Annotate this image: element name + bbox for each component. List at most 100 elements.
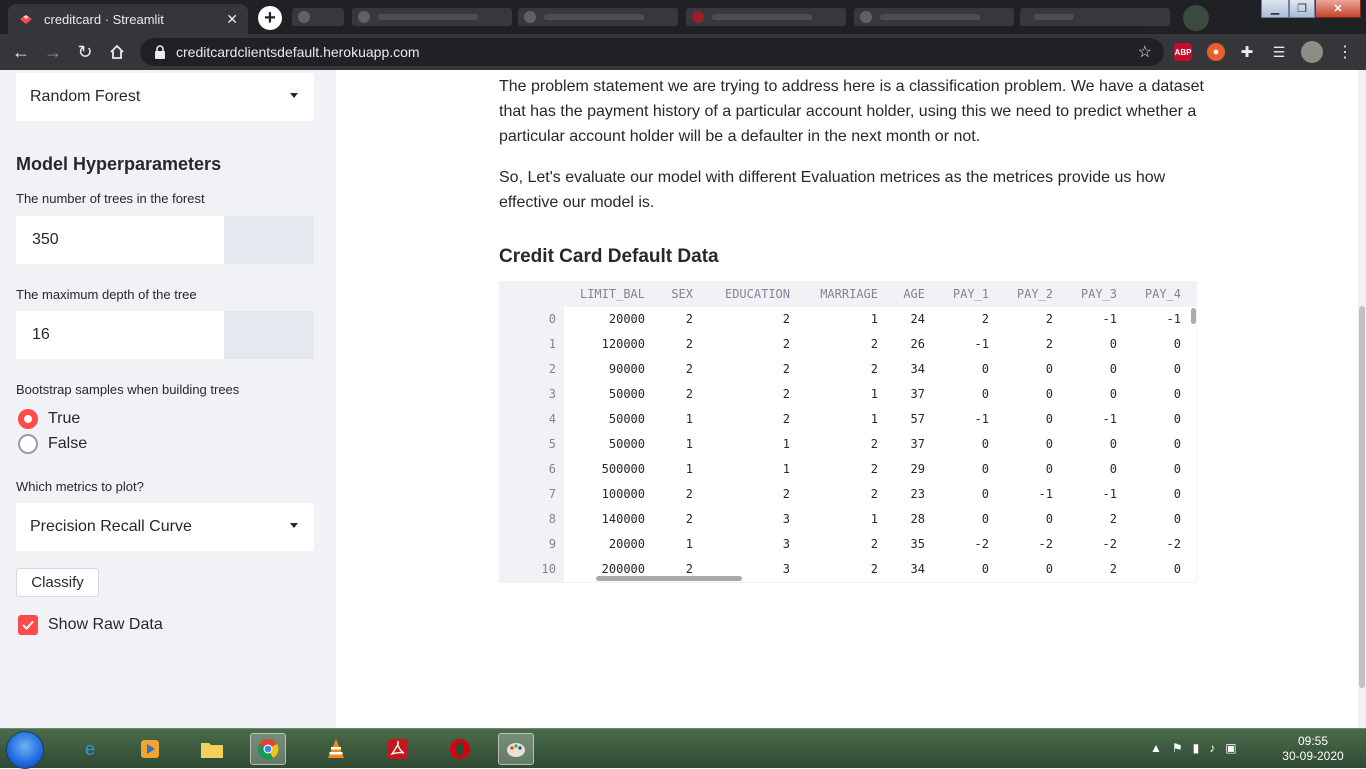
power-icon[interactable]: ▣ xyxy=(1225,741,1236,755)
table-cell[interactable]: 0 xyxy=(1131,557,1181,582)
table-cell[interactable]: 100000 xyxy=(555,482,645,507)
media-control-icon[interactable]: ☰ xyxy=(1270,43,1288,61)
table-cell[interactable]: 0 xyxy=(1131,382,1181,407)
table-cell[interactable]: 500000 xyxy=(555,457,645,482)
table-cell[interactable]: 2 xyxy=(700,382,790,407)
table-cell[interactable]: -2 xyxy=(939,532,989,557)
table-column-header[interactable]: SEX xyxy=(653,282,693,307)
table-cell[interactable]: 0 xyxy=(939,557,989,582)
table-cell[interactable]: 1 xyxy=(798,382,878,407)
table-cell[interactable]: 1 xyxy=(700,432,790,457)
table-cell[interactable]: 140000 xyxy=(555,507,645,532)
internet-explorer-icon[interactable]: e xyxy=(72,733,108,765)
browser-menu-icon[interactable]: ⋮ xyxy=(1336,43,1354,61)
table-cell[interactable]: 0 xyxy=(1131,357,1181,382)
table-cell[interactable]: 37 xyxy=(885,432,925,457)
table-cell[interactable]: 0 xyxy=(939,507,989,532)
table-cell[interactable]: 20000 xyxy=(555,532,645,557)
table-cell[interactable]: 90000 xyxy=(555,357,645,382)
table-horizontal-scrollbar[interactable] xyxy=(596,576,742,581)
depth-stepper[interactable] xyxy=(224,311,314,359)
background-tab[interactable] xyxy=(352,8,512,26)
table-cell[interactable]: -2 xyxy=(1067,532,1117,557)
media-player-icon[interactable] xyxy=(132,733,168,765)
table-cell[interactable]: 3 xyxy=(700,507,790,532)
table-cell[interactable]: 35 xyxy=(885,532,925,557)
trees-input[interactable]: 350 xyxy=(16,216,224,264)
table-cell[interactable]: 1 xyxy=(798,507,878,532)
table-cell[interactable]: -2 xyxy=(1131,532,1181,557)
table-cell[interactable]: -1 xyxy=(1067,407,1117,432)
forward-arrow-icon[interactable]: → xyxy=(42,41,64,63)
back-arrow-icon[interactable]: ← xyxy=(10,41,32,63)
table-cell[interactable]: 0 xyxy=(1003,557,1053,582)
table-column-header[interactable]: PAY_3 xyxy=(1067,282,1117,307)
bootstrap-option-true[interactable]: True xyxy=(18,409,80,429)
table-cell[interactable]: 1 xyxy=(798,307,878,332)
table-cell[interactable]: 34 xyxy=(885,557,925,582)
volume-icon[interactable]: ♪ xyxy=(1209,741,1215,755)
table-cell[interactable]: 2 xyxy=(939,307,989,332)
bookmark-star-icon[interactable]: ☆ xyxy=(1138,42,1152,62)
action-center-flag-icon[interactable]: ⚑ xyxy=(1172,741,1183,755)
table-cell[interactable]: 0 xyxy=(1003,357,1053,382)
network-signal-icon[interactable]: ▮ xyxy=(1193,741,1200,755)
taskbar-clock[interactable]: 09:55 30-09-2020 xyxy=(1278,734,1348,764)
table-cell[interactable]: 0 xyxy=(939,457,989,482)
table-cell[interactable]: 0 xyxy=(1131,332,1181,357)
table-cell[interactable]: 1 xyxy=(798,407,878,432)
table-cell[interactable]: 0 xyxy=(939,357,989,382)
trees-stepper[interactable] xyxy=(224,216,314,264)
tab-close-icon[interactable]: ✕ xyxy=(226,11,238,28)
table-cell[interactable]: 0 xyxy=(939,432,989,457)
table-cell[interactable]: 2 xyxy=(798,332,878,357)
table-cell[interactable]: 2 xyxy=(653,332,693,357)
table-cell[interactable]: 0 xyxy=(1067,457,1117,482)
page-scrollbar-thumb[interactable] xyxy=(1359,306,1365,688)
file-explorer-icon[interactable] xyxy=(194,733,230,765)
table-cell[interactable]: 0 xyxy=(1131,482,1181,507)
table-column-header[interactable]: MARRIAGE xyxy=(798,282,878,307)
table-column-header[interactable]: LIMIT_BAL xyxy=(555,282,645,307)
table-column-header[interactable]: PAY_2 xyxy=(1003,282,1053,307)
table-cell[interactable]: 0 xyxy=(1131,432,1181,457)
table-cell[interactable]: 0 xyxy=(1067,357,1117,382)
table-cell[interactable]: 2 xyxy=(700,407,790,432)
classify-button[interactable]: Classify xyxy=(16,568,99,597)
tab-creditcard[interactable]: creditcard · Streamlit ✕ xyxy=(8,4,248,34)
checkmark-icon[interactable] xyxy=(18,615,38,635)
show-hidden-icons-icon[interactable]: ▲ xyxy=(1150,741,1162,755)
table-cell[interactable]: 0 xyxy=(1003,382,1053,407)
new-tab-button[interactable]: + xyxy=(258,6,282,30)
table-cell[interactable]: 1 xyxy=(653,532,693,557)
bootstrap-option-false[interactable]: False xyxy=(18,434,87,454)
table-cell[interactable]: 29 xyxy=(885,457,925,482)
table-cell[interactable]: -1 xyxy=(1067,307,1117,332)
table-cell[interactable]: 2 xyxy=(1003,332,1053,357)
table-cell[interactable]: -1 xyxy=(939,407,989,432)
maximize-window-icon[interactable]: ❐ xyxy=(1289,0,1315,18)
classifier-select[interactable]: Random Forest xyxy=(16,73,314,121)
table-cell[interactable]: 0 xyxy=(1003,507,1053,532)
table-cell[interactable]: 0 xyxy=(1131,457,1181,482)
radio-selected-icon[interactable] xyxy=(18,409,38,429)
table-cell[interactable]: 26 xyxy=(885,332,925,357)
table-cell[interactable]: 2 xyxy=(653,382,693,407)
table-cell[interactable]: 24 xyxy=(885,307,925,332)
background-tab[interactable] xyxy=(518,8,678,26)
table-cell[interactable]: 50000 xyxy=(555,432,645,457)
table-cell[interactable]: 0 xyxy=(1067,382,1117,407)
table-cell[interactable]: 0 xyxy=(1003,407,1053,432)
table-cell[interactable]: 2 xyxy=(653,507,693,532)
depth-input[interactable]: 16 xyxy=(16,311,224,359)
table-cell[interactable]: 50000 xyxy=(555,407,645,432)
table-cell[interactable]: 2 xyxy=(798,532,878,557)
table-cell[interactable]: 0 xyxy=(1131,407,1181,432)
table-cell[interactable]: -1 xyxy=(1131,307,1181,332)
table-cell[interactable]: 2 xyxy=(700,357,790,382)
table-cell[interactable]: 2 xyxy=(798,457,878,482)
table-cell[interactable]: 0 xyxy=(1067,332,1117,357)
table-cell[interactable]: 0 xyxy=(939,482,989,507)
table-cell[interactable]: 50000 xyxy=(555,382,645,407)
radio-unselected-icon[interactable] xyxy=(18,434,38,454)
